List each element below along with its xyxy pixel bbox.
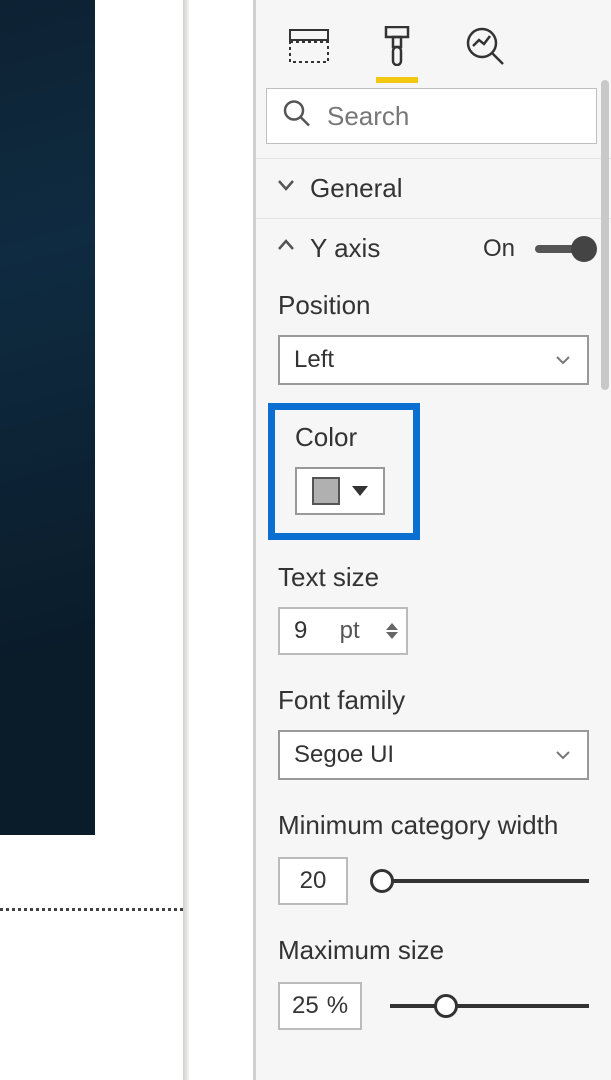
pane-tabs	[256, 0, 611, 78]
font-family-label: Font family	[278, 685, 589, 716]
position-select[interactable]: Left	[278, 335, 589, 385]
slider-handle[interactable]	[370, 869, 394, 893]
tab-format[interactable]	[374, 25, 420, 71]
max-size-input[interactable]: 25 %	[278, 982, 362, 1030]
min-cat-width-input[interactable]: 20	[278, 857, 348, 905]
report-canvas-area	[0, 0, 255, 1080]
position-value: Left	[294, 346, 334, 374]
text-size-value: 9	[294, 617, 307, 645]
tab-analytics[interactable]	[462, 25, 508, 71]
y-axis-toggle-label: On	[483, 235, 515, 263]
stepper-down-icon[interactable]	[386, 632, 398, 639]
chevron-down-icon	[553, 350, 573, 370]
caret-down-icon	[352, 486, 368, 496]
slider-track	[390, 1004, 589, 1008]
y-axis-toggle[interactable]	[535, 245, 593, 253]
stepper-spinners	[386, 623, 398, 639]
fields-icon	[289, 29, 329, 68]
min-cat-width-value: 20	[300, 867, 327, 895]
field-color-highlighted: Color	[268, 403, 420, 540]
color-label: Color	[295, 422, 393, 453]
chevron-down-icon	[274, 173, 298, 204]
field-min-category-width: Minimum category width 20	[256, 798, 611, 923]
max-size-slider[interactable]	[390, 992, 589, 1020]
canvas-edge-shadow	[183, 0, 189, 1080]
field-max-size: Maximum size 25 %	[256, 923, 611, 1048]
color-swatch	[312, 477, 340, 505]
section-y-axis[interactable]: Y axis On	[256, 218, 611, 278]
search-wrapper	[266, 88, 597, 144]
field-position: Position Left	[256, 278, 611, 403]
text-size-unit: pt	[340, 617, 360, 645]
section-y-axis-label: Y axis	[310, 233, 380, 264]
format-icon	[382, 26, 412, 71]
field-text-size: Text size 9 pt	[256, 550, 611, 673]
search-icon	[282, 99, 312, 134]
font-family-select[interactable]: Segoe UI	[278, 730, 589, 780]
text-size-label: Text size	[278, 562, 589, 593]
section-general-label: General	[310, 173, 403, 204]
format-panel: General Y axis On Position Left C	[255, 0, 611, 1080]
slider-track	[376, 879, 589, 883]
min-cat-width-slider[interactable]	[376, 867, 589, 895]
max-size-unit: %	[327, 992, 348, 1020]
visual-preview[interactable]	[0, 0, 95, 835]
slider-handle[interactable]	[434, 994, 458, 1018]
stepper-up-icon[interactable]	[386, 623, 398, 630]
max-size-label: Maximum size	[278, 935, 589, 966]
analytics-icon	[465, 26, 505, 71]
field-font-family: Font family Segoe UI	[256, 673, 611, 798]
section-general[interactable]: General	[256, 158, 611, 218]
scrollbar-thumb[interactable]	[601, 80, 609, 390]
min-cat-width-label: Minimum category width	[278, 810, 589, 841]
toggle-knob	[571, 236, 597, 262]
tab-fields[interactable]	[286, 25, 332, 71]
search-input[interactable]	[266, 88, 597, 144]
chevron-down-icon	[553, 745, 573, 765]
position-label: Position	[278, 290, 589, 321]
text-size-stepper[interactable]: 9 pt	[278, 607, 408, 655]
panel-scrollbar[interactable]	[599, 0, 611, 1080]
font-family-value: Segoe UI	[294, 741, 394, 769]
max-size-value: 25	[292, 992, 319, 1020]
chevron-up-icon	[274, 233, 298, 264]
color-picker-button[interactable]	[295, 467, 385, 515]
